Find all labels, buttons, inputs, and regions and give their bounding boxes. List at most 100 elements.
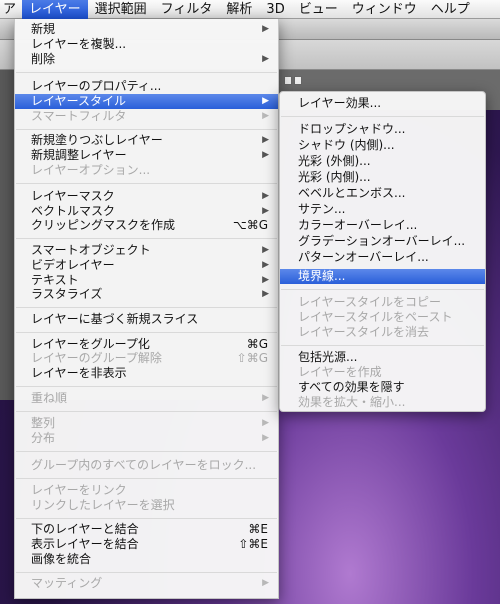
submenu-arrow-icon: ▶ [262, 578, 269, 588]
submenu-item-layer-effects[interactable]: レイヤー効果... [280, 96, 485, 111]
menu-separator [16, 386, 277, 387]
menu-item-label: レイヤースタイル [31, 94, 127, 108]
menu-item-hide-layers[interactable]: レイヤーを非表示 [15, 366, 278, 381]
menu-item-layer-options[interactable]: レイヤーオプション... [15, 163, 278, 178]
menu-item-shortcut: ⌥⌘G [232, 218, 268, 232]
menu-item-label: 光彩 (外側)... [298, 154, 371, 168]
menu-item-label: ドロップシャドウ... [298, 122, 406, 136]
menubar-item-3d[interactable]: 3D [259, 0, 291, 19]
menu-item-new-adjustment-layer[interactable]: 新規調整レイヤー ▶ [15, 148, 278, 163]
menu-separator [16, 411, 277, 412]
menu-item-label: 整列 [31, 416, 56, 430]
menu-item-vector-mask[interactable]: ベクトルマスク ▶ [15, 204, 278, 219]
menubar-item-partial[interactable]: ア [0, 0, 22, 19]
menubar-item-select[interactable]: 選択範囲 [88, 0, 154, 19]
menu-item-lock-all-layers-in-group[interactable]: グループ内のすべてのレイヤーをロック... [15, 458, 278, 473]
submenu-item-create-layer[interactable]: レイヤーを作成 [280, 365, 485, 380]
submenu-item-global-light[interactable]: 包括光源... [280, 350, 485, 365]
menu-item-select-linked-layers[interactable]: リンクしたレイヤーを選択 [15, 498, 278, 513]
menubar-item-analysis[interactable]: 解析 [219, 0, 259, 19]
menu-item-layer-mask[interactable]: レイヤーマスク ▶ [15, 189, 278, 204]
menu-item-label: カラーオーバーレイ... [298, 218, 418, 232]
menu-item-label: 削除 [31, 52, 56, 66]
submenu-item-clear-layer-style[interactable]: レイヤースタイルを消去 [280, 325, 485, 340]
submenu-item-bevel-emboss[interactable]: ベベルとエンボス... [280, 186, 485, 201]
submenu-arrow-icon: ▶ [262, 418, 269, 428]
menu-item-label: レイヤーを複製... [31, 37, 127, 51]
submenu-arrow-icon: ▶ [262, 191, 269, 201]
menu-item-new-layer-based-slice[interactable]: レイヤーに基づく新規スライス [15, 312, 278, 327]
submenu-arrow-icon: ▶ [262, 54, 269, 64]
menu-item-group-layers[interactable]: レイヤーをグループ化 ⌘G [15, 337, 278, 352]
menu-item-shortcut: ⇧⌘E [238, 537, 268, 551]
menu-item-shortcut: ⌘G [246, 337, 268, 351]
submenu-item-hide-all-effects[interactable]: すべての効果を隠す [280, 380, 485, 395]
menu-item-distribute[interactable]: 分布 ▶ [15, 431, 278, 446]
menu-item-new-fill-layer[interactable]: 新規塗りつぶしレイヤー ▶ [15, 133, 278, 148]
submenu-item-stroke[interactable]: 境界線... [280, 269, 485, 284]
menu-item-label: レイヤーマスク [31, 189, 115, 203]
menu-item-link-layers[interactable]: レイヤーをリンク [15, 483, 278, 498]
menubar-item-layer[interactable]: レイヤー [22, 0, 88, 19]
submenu-item-inner-shadow[interactable]: シャドウ (内側)... [280, 138, 485, 153]
menu-item-delete[interactable]: 削除 ▶ [15, 52, 278, 67]
menu-item-label: クリッピングマスクを作成 [31, 218, 176, 232]
submenu-item-drop-shadow[interactable]: ドロップシャドウ... [280, 122, 485, 137]
menu-item-smart-object[interactable]: スマートオブジェクト ▶ [15, 243, 278, 258]
submenu-arrow-icon: ▶ [262, 289, 269, 299]
menu-item-merge-down[interactable]: 下のレイヤーと結合 ⌘E [15, 522, 278, 537]
menu-item-label: レイヤーを非表示 [31, 366, 127, 380]
menu-item-label: ラスタライズ [31, 287, 103, 301]
menu-item-label: グラデーションオーバーレイ... [298, 234, 466, 248]
menu-item-label: 包括光源... [298, 350, 358, 364]
submenu-item-outer-glow[interactable]: 光彩 (外側)... [280, 154, 485, 169]
submenu-arrow-icon: ▶ [262, 24, 269, 34]
menu-item-create-clipping-mask[interactable]: クリッピングマスクを作成 ⌥⌘G [15, 218, 278, 233]
menu-item-duplicate-layer[interactable]: レイヤーを複製... [15, 37, 278, 52]
menu-item-smart-filter[interactable]: スマートフィルタ ▶ [15, 109, 278, 124]
menu-item-new[interactable]: 新規 ▶ [15, 22, 278, 37]
menubar-item-view[interactable]: ビュー [292, 0, 345, 19]
submenu-item-satin[interactable]: サテン... [280, 202, 485, 217]
menu-item-arrange[interactable]: 重ね順 ▶ [15, 391, 278, 406]
menu-item-align[interactable]: 整列 ▶ [15, 416, 278, 431]
menu-item-text[interactable]: テキスト ▶ [15, 273, 278, 288]
submenu-arrow-icon: ▶ [262, 96, 269, 106]
menu-item-video-layer[interactable]: ビデオレイヤー ▶ [15, 258, 278, 273]
submenu-item-color-overlay[interactable]: カラーオーバーレイ... [280, 218, 485, 233]
menu-item-label: 表示レイヤーを結合 [31, 537, 139, 551]
menu-item-ungroup-layers[interactable]: レイヤーのグループ解除 ⇧⌘G [15, 351, 278, 366]
menu-item-layer-properties[interactable]: レイヤーのプロパティ... [15, 79, 278, 94]
menu-item-label: レイヤーのグループ解除 [31, 351, 162, 365]
menu-item-label: すべての効果を隠す [298, 380, 405, 394]
menu-item-label: レイヤースタイルをペースト [298, 310, 453, 324]
menu-separator [16, 307, 277, 308]
submenu-item-scale-effects[interactable]: 効果を拡大・縮小... [280, 395, 485, 410]
submenu-arrow-icon: ▶ [262, 206, 269, 216]
menu-item-label: サテン... [298, 202, 346, 216]
menubar-item-window[interactable]: ウィンドウ [345, 0, 424, 19]
menu-item-label: シャドウ (内側)... [298, 138, 395, 152]
submenu-item-gradient-overlay[interactable]: グラデーションオーバーレイ... [280, 234, 485, 249]
layer-menu: 新規 ▶ レイヤーを複製... 削除 ▶ レイヤーのプロパティ... レイヤースタイ… [14, 19, 279, 599]
menu-item-label: レイヤーに基づく新規スライス [31, 312, 199, 326]
menu-item-layer-style[interactable]: レイヤースタイル ▶ [15, 94, 278, 109]
menu-separator [281, 289, 484, 290]
menu-separator [16, 183, 277, 184]
menu-item-label: ベベルとエンボス... [298, 186, 406, 200]
submenu-item-paste-layer-style[interactable]: レイヤースタイルをペースト [280, 310, 485, 325]
menubar-item-filter[interactable]: フィルタ [154, 0, 220, 19]
menu-item-shortcut: ⌘E [248, 522, 268, 536]
submenu-arrow-icon: ▶ [262, 260, 269, 270]
menu-item-merge-visible[interactable]: 表示レイヤーを結合 ⇧⌘E [15, 537, 278, 552]
submenu-item-pattern-overlay[interactable]: パターンオーバーレイ... [280, 250, 485, 265]
menubar-item-help[interactable]: ヘルプ [424, 0, 477, 19]
menu-item-label: レイヤーをグループ化 [31, 337, 150, 351]
submenu-item-inner-glow[interactable]: 光彩 (内側)... [280, 170, 485, 185]
menu-item-label: スマートオブジェクト [31, 243, 151, 257]
submenu-arrow-icon: ▶ [262, 433, 269, 443]
menu-item-matting[interactable]: マッティング ▶ [15, 576, 278, 591]
menu-item-flatten-image[interactable]: 画像を統合 [15, 552, 278, 567]
submenu-item-copy-layer-style[interactable]: レイヤースタイルをコピー [280, 295, 485, 310]
menu-item-rasterize[interactable]: ラスタライズ ▶ [15, 287, 278, 302]
